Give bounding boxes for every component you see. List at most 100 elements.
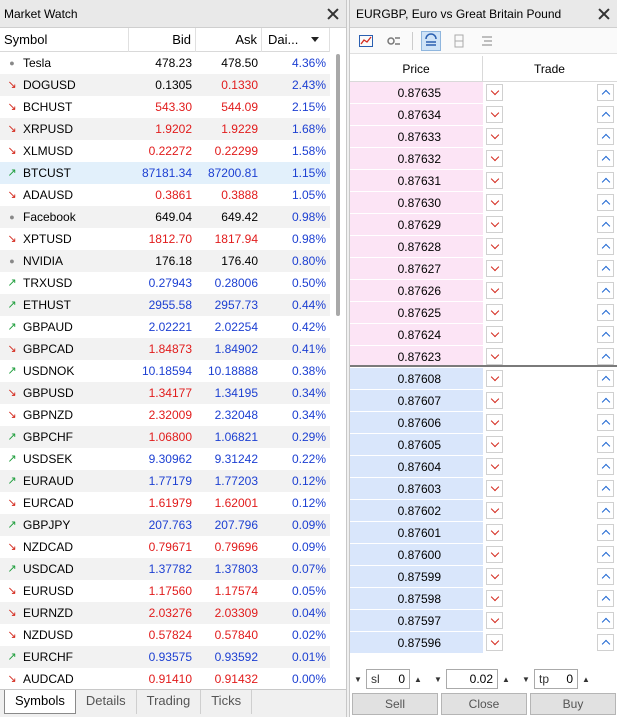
table-row[interactable]: ● Facebook 649.04 649.42 0.98% [0,206,330,228]
table-row[interactable]: ↘ XPTUSD 1812.70 1817.94 0.98% [0,228,330,250]
sell-limit-button[interactable] [486,634,503,651]
buy-limit-button[interactable] [597,568,614,585]
buy-limit-button[interactable] [597,414,614,431]
sl-increase-button[interactable]: ▲ [412,669,424,689]
buy-limit-button[interactable] [597,260,614,277]
buy-limit-button[interactable] [597,370,614,387]
volume-increase-button[interactable]: ▲ [500,669,512,689]
sell-limit-button[interactable] [486,150,503,167]
buy-limit-button[interactable] [597,282,614,299]
close-icon[interactable] [326,7,340,21]
column-header-ask[interactable]: Ask [196,28,262,52]
table-row[interactable]: ↘ XRPUSD 1.9202 1.9229 1.68% [0,118,330,140]
table-row[interactable]: ↗ EURCHF 0.93575 0.93592 0.01% [0,646,330,668]
buy-limit-button[interactable] [597,502,614,519]
sl-decrease-button[interactable]: ▼ [352,669,364,689]
table-row[interactable]: ↘ EURCAD 1.61979 1.62001 0.12% [0,492,330,514]
table-row[interactable]: ↗ USDNOK 10.18594 10.18888 0.38% [0,360,330,382]
buy-limit-button[interactable] [597,150,614,167]
column-header-bid[interactable]: Bid [129,28,196,52]
table-row[interactable]: ↘ EURUSD 1.17560 1.17574 0.05% [0,580,330,602]
sell-limit-button[interactable] [486,282,503,299]
table-row[interactable]: ↗ BTCUST 87181.34 87200.81 1.15% [0,162,330,184]
sell-limit-button[interactable] [486,458,503,475]
sell-limit-button[interactable] [486,348,503,365]
table-row[interactable]: ↗ TRXUSD 0.27943 0.28006 0.50% [0,272,330,294]
table-row[interactable]: ↘ GBPCAD 1.84873 1.84902 0.41% [0,338,330,360]
table-row[interactable]: ↘ GBPNZD 2.32009 2.32048 0.34% [0,404,330,426]
sell-limit-button[interactable] [486,546,503,563]
sell-limit-button[interactable] [486,238,503,255]
table-row[interactable]: ↗ GBPAUD 2.02221 2.02254 0.42% [0,316,330,338]
buy-limit-button[interactable] [597,392,614,409]
sell-limit-button[interactable] [486,106,503,123]
sell-limit-button[interactable] [486,502,503,519]
sell-limit-button[interactable] [486,260,503,277]
column-header-daily-change[interactable]: Dai... [262,28,330,52]
buy-limit-button[interactable] [597,304,614,321]
buy-limit-button[interactable] [597,194,614,211]
sell-limit-button[interactable] [486,194,503,211]
sell-limit-button[interactable] [486,392,503,409]
table-row[interactable]: ● Tesla 478.23 478.50 4.36% [0,52,330,74]
buy-limit-button[interactable] [597,348,614,365]
buy-limit-button[interactable] [597,524,614,541]
table-row[interactable]: ↗ USDSEK 9.30962 9.31242 0.22% [0,448,330,470]
volume-input[interactable] [451,672,493,686]
sell-limit-button[interactable] [486,216,503,233]
sell-limit-button[interactable] [486,172,503,189]
sell-button[interactable]: Sell [352,693,438,715]
table-row[interactable]: ↘ ADAUSD 0.3861 0.3888 1.05% [0,184,330,206]
buy-limit-button[interactable] [597,590,614,607]
table-row[interactable]: ↘ NZDCAD 0.79671 0.79696 0.09% [0,536,330,558]
tab-ticks[interactable]: Ticks [201,690,253,714]
tp-decrease-button[interactable]: ▼ [520,669,532,689]
buy-limit-button[interactable] [597,458,614,475]
table-row[interactable]: ↗ EURAUD 1.77179 1.77203 0.12% [0,470,330,492]
tab-symbols[interactable]: Symbols [4,690,76,714]
buy-limit-button[interactable] [597,480,614,497]
volume-field[interactable] [446,669,498,689]
sell-limit-button[interactable] [486,84,503,101]
table-row[interactable]: ↘ XLMUSD 0.22272 0.22299 1.58% [0,140,330,162]
sell-limit-button[interactable] [486,612,503,629]
sell-limit-button[interactable] [486,370,503,387]
buy-limit-button[interactable] [597,634,614,651]
table-row[interactable]: ↗ GBPCHF 1.06800 1.06821 0.29% [0,426,330,448]
market-watch-scrollbar[interactable] [333,52,343,688]
table-row[interactable]: ↘ GBPUSD 1.34177 1.34195 0.34% [0,382,330,404]
tab-details[interactable]: Details [76,690,137,714]
buy-limit-button[interactable] [597,546,614,563]
table-row[interactable]: ↘ EURNZD 2.03276 2.03309 0.04% [0,602,330,624]
column-header-symbol[interactable]: Symbol [0,28,129,52]
settings-icon[interactable] [384,31,404,51]
close-button[interactable]: Close [441,693,527,715]
buy-limit-button[interactable] [597,238,614,255]
sell-limit-button[interactable] [486,480,503,497]
buy-button[interactable]: Buy [530,693,616,715]
take-profit-input[interactable] [553,672,573,686]
tick-volume-icon[interactable] [477,31,497,51]
tp-increase-button[interactable]: ▲ [580,669,592,689]
buy-limit-button[interactable] [597,106,614,123]
table-row[interactable]: ● NVIDIA 176.18 176.40 0.80% [0,250,330,272]
table-row[interactable]: ↘ DOGUSD 0.1305 0.1330 2.43% [0,74,330,96]
scrollbar-thumb[interactable] [336,54,340,316]
buy-limit-button[interactable] [597,128,614,145]
sell-limit-button[interactable] [486,524,503,541]
center-price-icon[interactable] [449,31,469,51]
table-row[interactable]: ↘ NZDUSD 0.57824 0.57840 0.02% [0,624,330,646]
table-row[interactable]: ↘ BCHUST 543.30 544.09 2.15% [0,96,330,118]
sell-limit-button[interactable] [486,304,503,321]
one-click-trading-icon[interactable] [421,30,441,51]
sell-limit-button[interactable] [486,414,503,431]
buy-limit-button[interactable] [597,612,614,629]
buy-limit-button[interactable] [597,172,614,189]
buy-limit-button[interactable] [597,216,614,233]
take-profit-field[interactable]: tp [534,669,578,689]
buy-limit-button[interactable] [597,326,614,343]
buy-limit-button[interactable] [597,436,614,453]
tab-trading[interactable]: Trading [137,690,202,714]
sell-limit-button[interactable] [486,436,503,453]
sell-limit-button[interactable] [486,590,503,607]
